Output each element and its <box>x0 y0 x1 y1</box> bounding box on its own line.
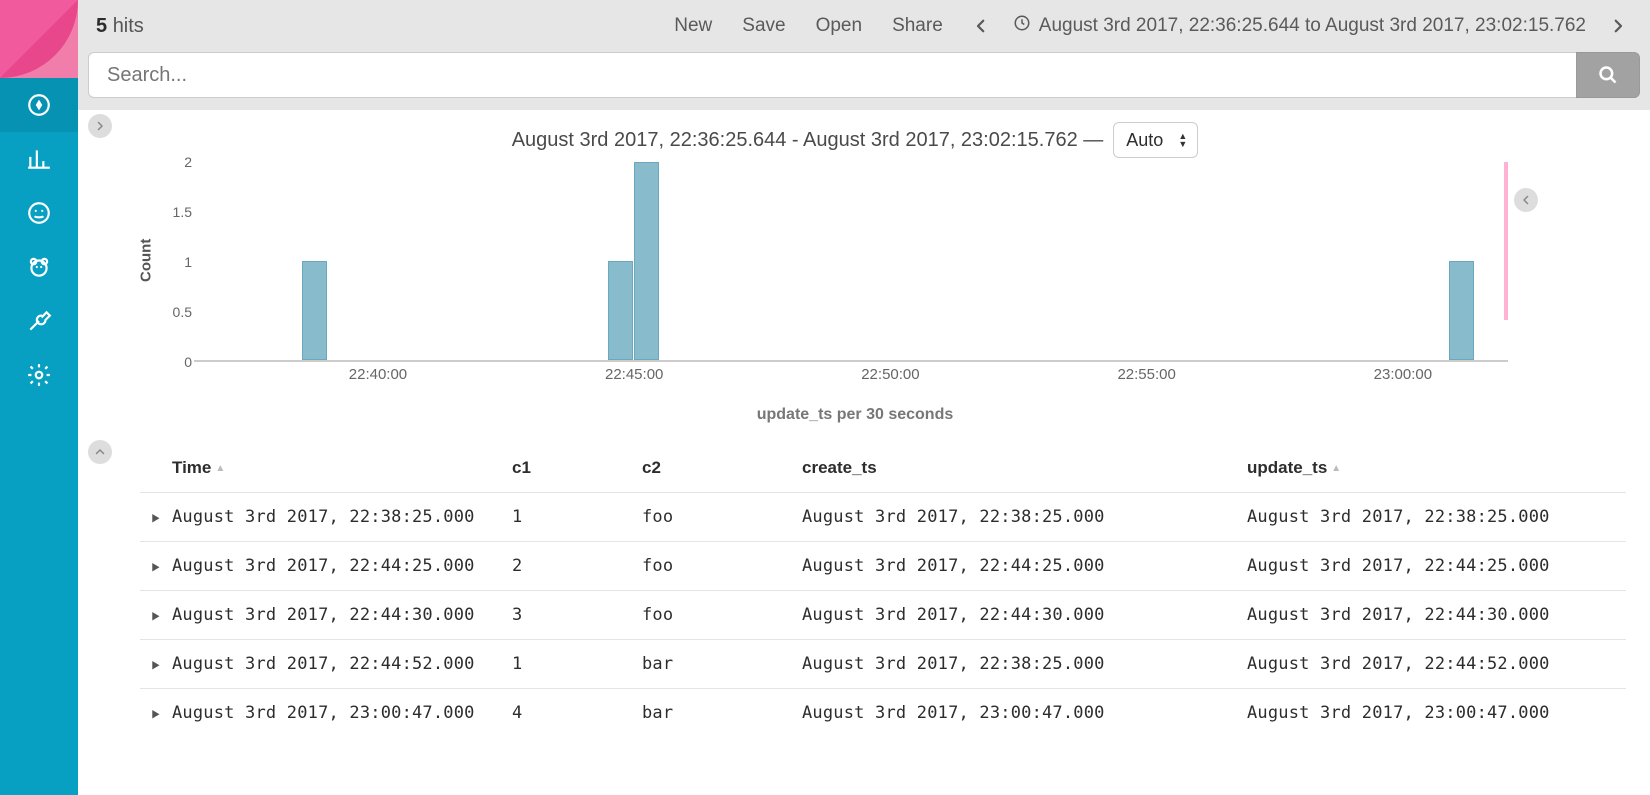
col-time-header[interactable]: Time▲ <box>172 458 512 478</box>
open-button[interactable]: Open <box>810 11 868 41</box>
cell-time: August 3rd 2017, 22:44:52.000 <box>172 654 512 674</box>
table-body: ▶August 3rd 2017, 22:38:25.0001fooAugust… <box>140 492 1626 737</box>
x-tick: 22:55:00 <box>1117 366 1175 383</box>
search-row <box>78 52 1650 110</box>
time-range-text: August 3rd 2017, 22:36:25.644 to August … <box>1039 15 1586 37</box>
col-c1-header[interactable]: c1 <box>512 458 642 478</box>
left-nav <box>0 0 78 795</box>
cell-c1: 2 <box>512 556 642 576</box>
expand-row-icon[interactable]: ▶ <box>140 657 172 671</box>
cell-c1: 1 <box>512 507 642 527</box>
cell-update-ts: August 3rd 2017, 22:38:25.000 <box>1247 507 1626 527</box>
y-tick: 2 <box>184 154 192 170</box>
cell-update-ts: August 3rd 2017, 23:00:47.000 <box>1247 703 1626 723</box>
cell-create-ts: August 3rd 2017, 23:00:47.000 <box>802 703 1247 723</box>
expand-row-icon[interactable]: ▶ <box>140 559 172 573</box>
y-axis: 00.511.52 <box>162 162 192 362</box>
time-range-picker[interactable]: August 3rd 2017, 22:36:25.644 to August … <box>1013 14 1586 38</box>
x-axis-label: update_ts per 30 seconds <box>84 406 1626 424</box>
clock-icon <box>1013 14 1031 38</box>
y-axis-label: Count <box>138 239 155 282</box>
sort-asc-icon: ▲ <box>215 463 225 474</box>
cell-c2: foo <box>642 556 802 576</box>
expand-filters-button[interactable] <box>88 114 112 138</box>
cell-create-ts: August 3rd 2017, 22:44:30.000 <box>802 605 1247 625</box>
body: August 3rd 2017, 22:36:25.644 - August 3… <box>78 110 1650 795</box>
cell-time: August 3rd 2017, 22:44:30.000 <box>172 605 512 625</box>
cell-c1: 4 <box>512 703 642 723</box>
table-row[interactable]: ▶August 3rd 2017, 22:44:30.0003fooAugust… <box>140 590 1626 639</box>
col-c2-header[interactable]: c2 <box>642 458 802 478</box>
x-tick: 22:50:00 <box>861 366 919 383</box>
visualize-nav-icon[interactable] <box>0 132 78 186</box>
results-table: Time▲ c1 c2 create_ts update_ts▲ ▶August… <box>140 444 1626 737</box>
cell-create-ts: August 3rd 2017, 22:38:25.000 <box>802 654 1247 674</box>
cell-update-ts: August 3rd 2017, 22:44:30.000 <box>1247 605 1626 625</box>
table-row[interactable]: ▶August 3rd 2017, 22:44:25.0002fooAugust… <box>140 541 1626 590</box>
interval-value: Auto <box>1126 130 1163 151</box>
discover-nav-icon[interactable] <box>0 78 78 132</box>
share-button[interactable]: Share <box>886 11 949 41</box>
histogram-bar[interactable] <box>302 261 327 360</box>
now-marker <box>1504 162 1508 320</box>
plot-area[interactable] <box>194 162 1508 362</box>
y-tick: 1 <box>184 254 192 270</box>
search-input[interactable] <box>107 64 1558 87</box>
x-tick: 23:00:00 <box>1374 366 1432 383</box>
cell-create-ts: August 3rd 2017, 22:38:25.000 <box>802 507 1247 527</box>
new-button[interactable]: New <box>668 11 718 41</box>
cell-c2: bar <box>642 654 802 674</box>
chart-header: August 3rd 2017, 22:36:25.644 - August 3… <box>84 116 1626 162</box>
cell-c2: bar <box>642 703 802 723</box>
histogram-bar[interactable] <box>608 261 633 360</box>
y-tick: 0.5 <box>173 304 192 320</box>
main-panel: 5 hits New Save Open Share August 3rd 20… <box>78 0 1650 795</box>
devtools-nav-icon[interactable] <box>0 294 78 348</box>
histogram-chart: Count 00.511.52 22:40:0022:45:0022:50:00… <box>124 162 1626 402</box>
cell-c1: 3 <box>512 605 642 625</box>
save-button[interactable]: Save <box>736 11 791 41</box>
cell-update-ts: August 3rd 2017, 22:44:52.000 <box>1247 654 1626 674</box>
col-create-header[interactable]: create_ts <box>802 458 1247 478</box>
table-row[interactable]: ▶August 3rd 2017, 23:00:47.0004barAugust… <box>140 688 1626 737</box>
table-row[interactable]: ▶August 3rd 2017, 22:44:52.0001barAugust… <box>140 639 1626 688</box>
time-next-button[interactable] <box>1604 12 1632 40</box>
cell-c1: 1 <box>512 654 642 674</box>
chart-range-text: August 3rd 2017, 22:36:25.644 - August 3… <box>512 129 1104 152</box>
time-prev-button[interactable] <box>967 12 995 40</box>
expand-row-icon[interactable]: ▶ <box>140 510 172 524</box>
x-axis: 22:40:00 22:45:00 22:50:00 22:55:00 23:00:00 <box>194 362 1508 402</box>
cell-time: August 3rd 2017, 22:38:25.000 <box>172 507 512 527</box>
sort-asc-icon: ▲ <box>1331 463 1341 474</box>
x-tick: 22:45:00 <box>605 366 663 383</box>
y-tick: 1.5 <box>173 204 192 220</box>
cell-update-ts: August 3rd 2017, 22:44:25.000 <box>1247 556 1626 576</box>
dashboard-nav-icon[interactable] <box>0 186 78 240</box>
collapse-fields-button[interactable] <box>88 440 112 464</box>
cell-c2: foo <box>642 507 802 527</box>
interval-select[interactable]: Auto <box>1113 122 1198 158</box>
timelion-nav-icon[interactable] <box>0 240 78 294</box>
table-header: Time▲ c1 c2 create_ts update_ts▲ <box>140 444 1626 492</box>
cell-c2: foo <box>642 605 802 625</box>
y-tick: 0 <box>184 354 192 370</box>
search-button[interactable] <box>1576 52 1640 98</box>
cell-create-ts: August 3rd 2017, 22:44:25.000 <box>802 556 1247 576</box>
topbar: 5 hits New Save Open Share August 3rd 20… <box>78 0 1650 52</box>
expand-row-icon[interactable]: ▶ <box>140 706 172 720</box>
search-input-wrap <box>88 52 1576 98</box>
histogram-bar[interactable] <box>1449 261 1474 360</box>
expand-row-icon[interactable]: ▶ <box>140 608 172 622</box>
table-row[interactable]: ▶August 3rd 2017, 22:38:25.0001fooAugust… <box>140 492 1626 541</box>
cell-time: August 3rd 2017, 22:44:25.000 <box>172 556 512 576</box>
management-nav-icon[interactable] <box>0 348 78 402</box>
hit-count: 5 hits <box>96 15 144 38</box>
col-update-header[interactable]: update_ts▲ <box>1247 458 1626 478</box>
x-tick: 22:40:00 <box>349 366 407 383</box>
select-caret-icon <box>1178 132 1187 148</box>
histogram-bar[interactable] <box>634 162 659 360</box>
kibana-logo[interactable] <box>0 0 78 78</box>
cell-time: August 3rd 2017, 23:00:47.000 <box>172 703 512 723</box>
